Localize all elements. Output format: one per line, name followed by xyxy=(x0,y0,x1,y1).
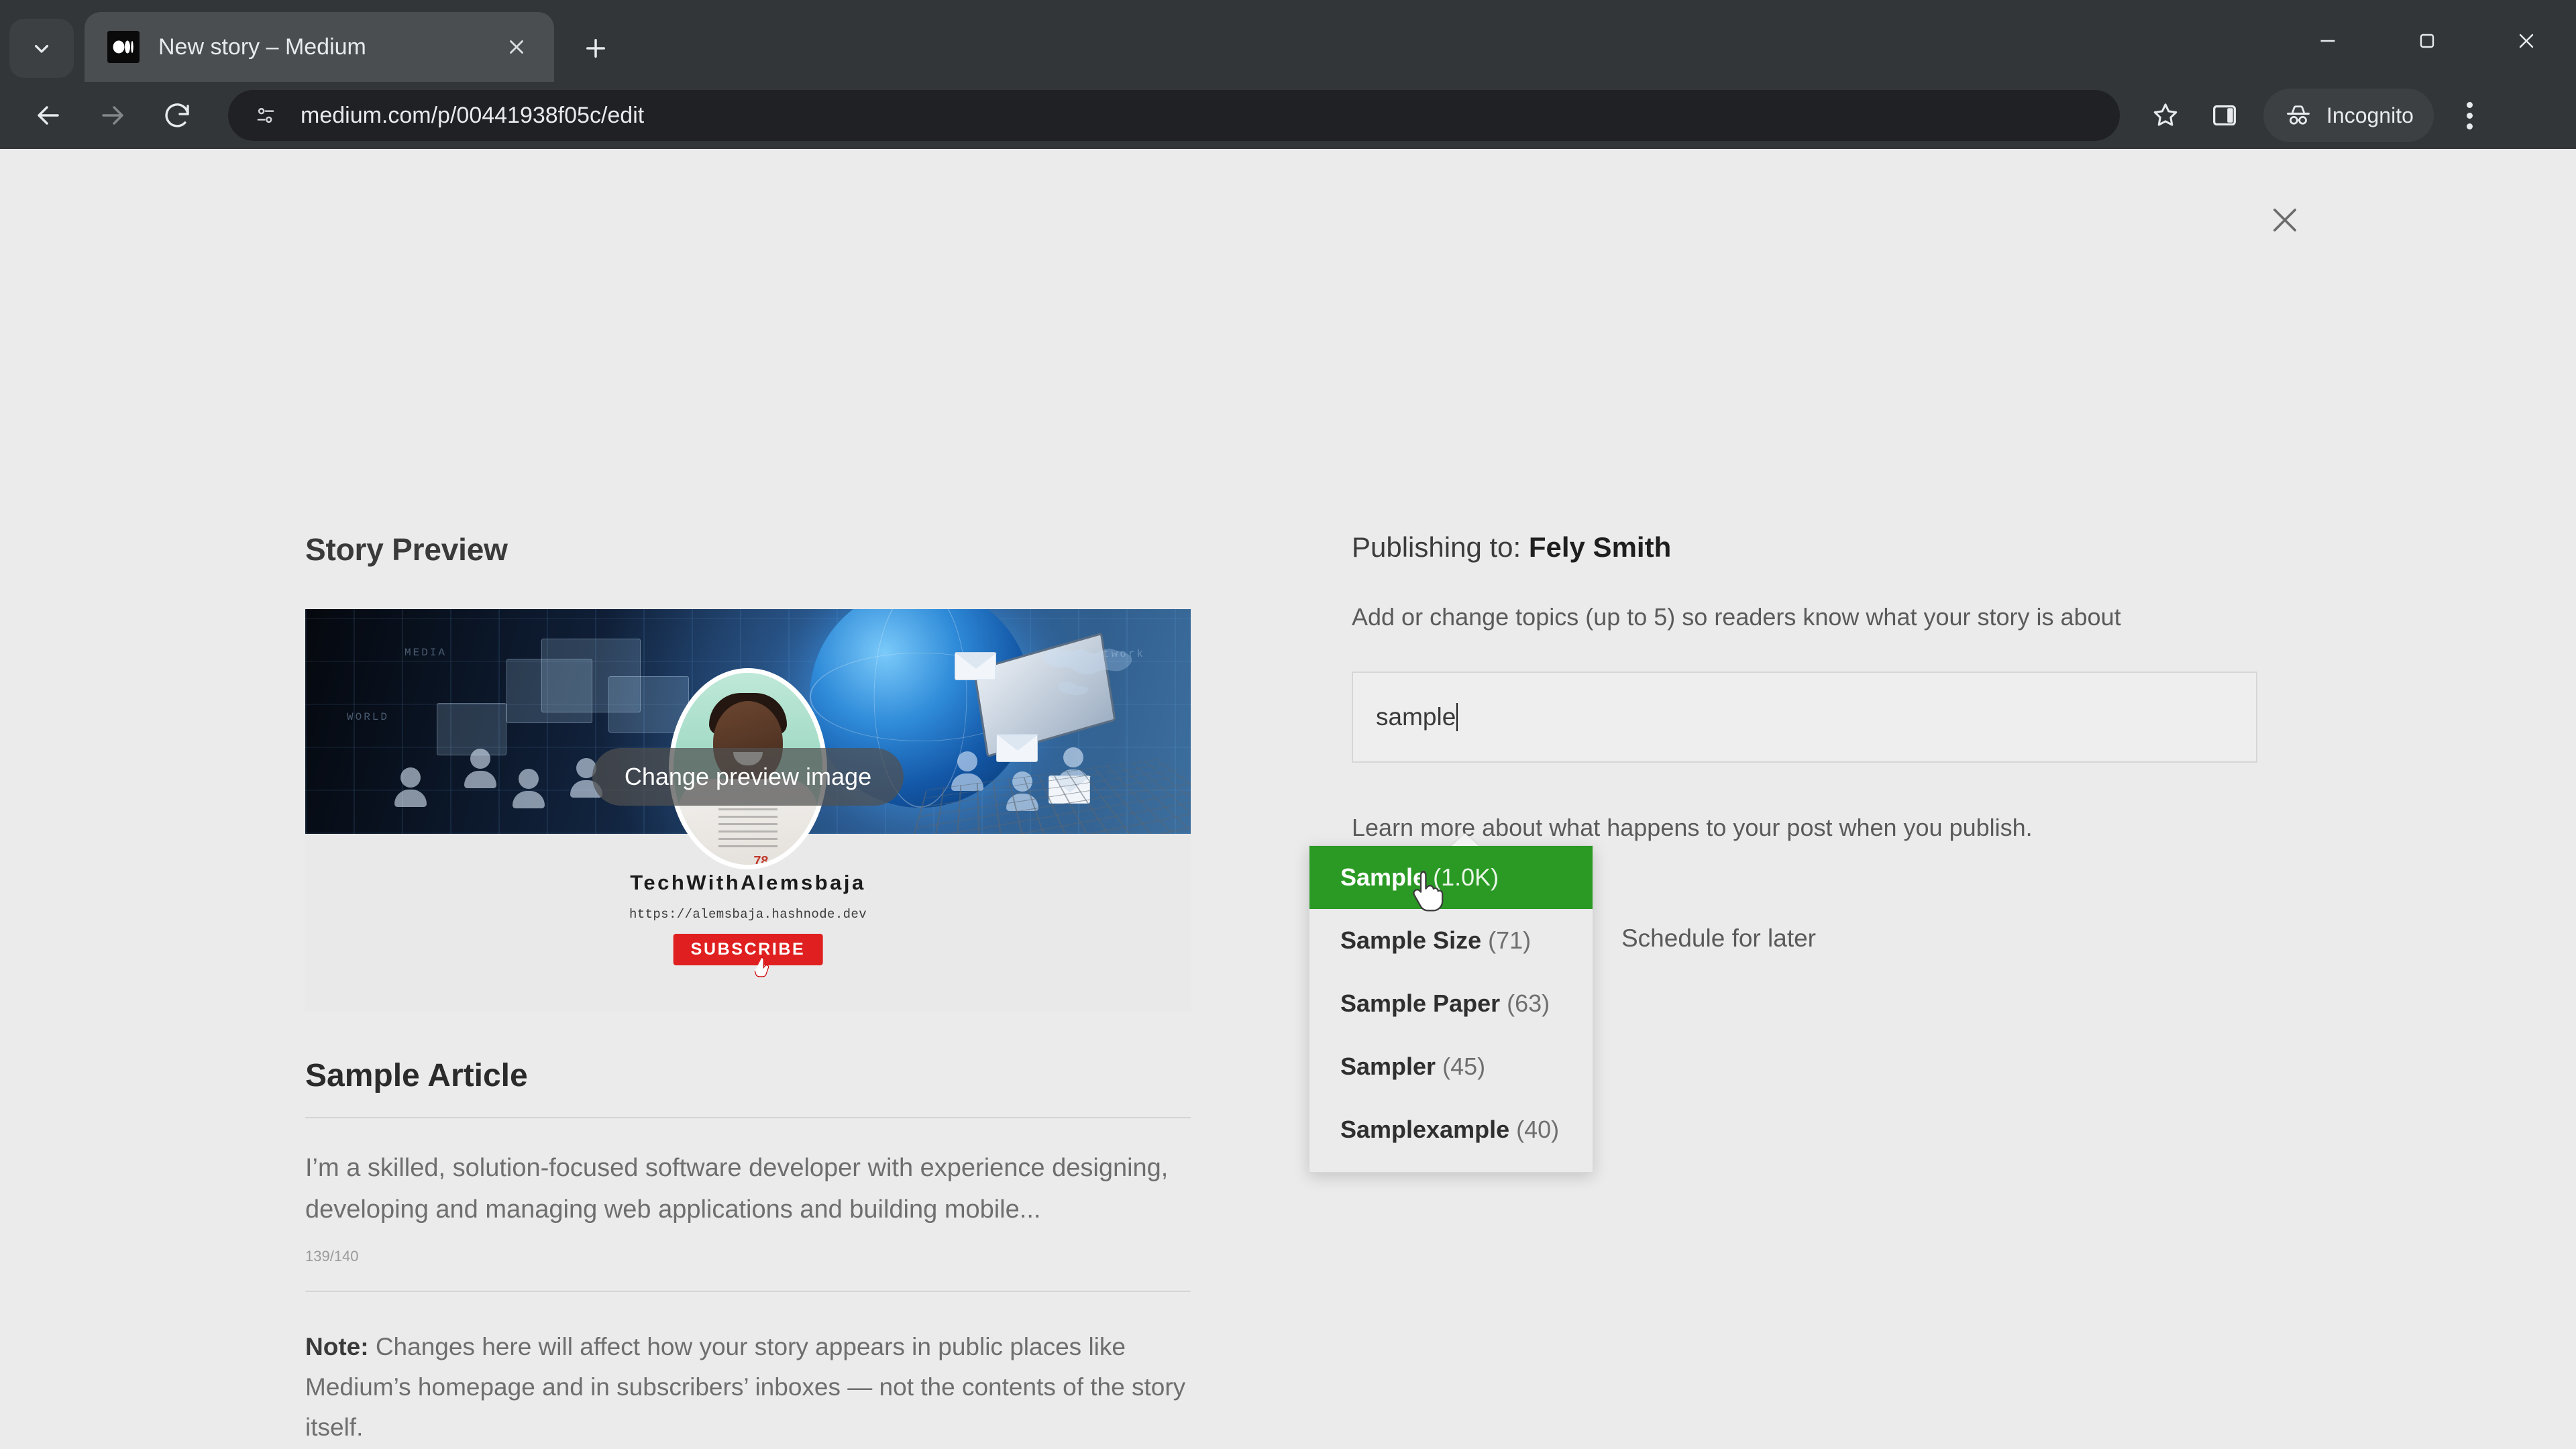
forward-button[interactable] xyxy=(80,83,145,148)
preview-brand-name: TechWithAlemsbaja xyxy=(630,871,866,894)
url-text: medium.com/p/00441938f05c/edit xyxy=(301,102,645,128)
plus-icon xyxy=(586,39,605,58)
close-window-button[interactable] xyxy=(2477,0,2576,82)
cursor-pointer-icon xyxy=(754,957,769,977)
avatar-shirt-number: 78 xyxy=(753,854,769,869)
preview-note: Note: Changes here will affect how your … xyxy=(305,1327,1191,1448)
topics-description: Add or change topics (up to 5) so reader… xyxy=(1352,603,2121,631)
side-panel-icon xyxy=(2213,105,2236,126)
suggestion-item[interactable]: Sample Size (71) xyxy=(1309,909,1593,972)
suggestion-label: Sample Paper xyxy=(1340,989,1501,1017)
suggestion-count: (63) xyxy=(1507,989,1550,1017)
envelope-icon xyxy=(955,652,997,680)
close-dialog-button[interactable] xyxy=(2257,192,2313,248)
minimize-icon xyxy=(2320,40,2335,42)
character-counter: 139/140 xyxy=(305,1248,359,1265)
page-title: Story Preview xyxy=(305,532,508,567)
topics-input[interactable]: sample xyxy=(1352,671,2257,763)
browser-window: New story – Medium medium.com/p/00441938… xyxy=(0,0,2576,1449)
publishing-to: Publishing to: Fely Smith xyxy=(1352,531,2277,564)
story-preview-column: Story Preview MEDIA WORLD BUSINESS netwo… xyxy=(305,531,1191,1448)
side-panel-button[interactable] xyxy=(2195,86,2254,145)
suggestion-count: (40) xyxy=(1516,1116,1560,1143)
banner-person xyxy=(464,749,496,788)
arrow-left-icon xyxy=(38,106,59,125)
preview-brand-url: https://alemsbaja.hashnode.dev xyxy=(629,907,867,922)
publish-settings-column: Publishing to: Fely Smith Add or change … xyxy=(1309,531,2277,1448)
banner-person xyxy=(394,767,427,807)
schedule-for-later-link[interactable]: Schedule for later xyxy=(1621,924,1816,953)
reload-icon xyxy=(165,103,189,127)
suggestion-item[interactable]: Sample Paper (63) xyxy=(1309,972,1593,1035)
suggestion-item[interactable]: Sampler (45) xyxy=(1309,1035,1593,1098)
page-viewport: Story Preview MEDIA WORLD BUSINESS netwo… xyxy=(0,149,2576,1449)
menu-dot xyxy=(2467,101,2473,108)
dropdown-caret-icon xyxy=(1452,833,1479,846)
suggestion-item[interactable]: Sample (1.0K) xyxy=(1309,846,1593,909)
close-icon xyxy=(2273,208,2297,232)
note-label: Note: xyxy=(305,1333,369,1361)
topics-input-value: sample xyxy=(1376,702,1456,731)
address-bar[interactable]: medium.com/p/00441938f05c/edit xyxy=(228,90,2120,141)
tab-search-button[interactable] xyxy=(9,19,74,78)
tune-site-settings-icon[interactable] xyxy=(248,98,283,133)
subscribe-button[interactable]: SUBSCRIBE xyxy=(673,934,823,965)
publish-dialog: Story Preview MEDIA WORLD BUSINESS netwo… xyxy=(305,531,2576,1448)
window-controls xyxy=(2278,0,2576,82)
back-button[interactable] xyxy=(16,83,80,148)
banner-person xyxy=(951,751,983,791)
world-map-icon xyxy=(1042,648,1132,696)
browser-menu-button[interactable] xyxy=(2443,86,2497,145)
browser-toolbar: medium.com/p/00441938f05c/edit Incognito xyxy=(0,82,2576,149)
new-tab-button[interactable] xyxy=(572,24,620,72)
suggestion-label: Sampler xyxy=(1340,1053,1436,1080)
chevron-down-icon xyxy=(35,45,49,53)
tab-close-icon[interactable] xyxy=(498,28,535,66)
bookmark-button[interactable] xyxy=(2136,86,2195,145)
banner-card xyxy=(437,703,506,755)
suggestion-count: (1.0K) xyxy=(1433,863,1499,891)
note-text: Changes here will affect how your story … xyxy=(305,1333,1186,1441)
browser-tab[interactable]: New story – Medium xyxy=(85,12,554,82)
suggestion-count: (71) xyxy=(1488,926,1532,954)
maximize-icon xyxy=(2420,34,2434,48)
suggestion-count: (45) xyxy=(1442,1053,1486,1080)
incognito-indicator[interactable]: Incognito xyxy=(2263,89,2434,142)
banner-person xyxy=(513,769,545,808)
story-subtitle[interactable]: I’m a skilled, solution-focused software… xyxy=(305,1148,1171,1230)
suggestion-item[interactable]: Samplexample (40) xyxy=(1309,1098,1593,1161)
suggestion-label: Sample Size xyxy=(1340,926,1482,954)
banner-ghost-text: WORLD xyxy=(347,711,390,723)
banner-person xyxy=(1057,747,1089,787)
medium-logo-icon xyxy=(107,31,140,63)
divider xyxy=(305,1291,1191,1293)
close-icon xyxy=(2519,34,2534,48)
tab-title: New story – Medium xyxy=(158,34,366,60)
suggestion-label: Sample xyxy=(1340,863,1427,891)
minimize-button[interactable] xyxy=(2278,0,2377,82)
incognito-label: Incognito xyxy=(2326,103,2414,127)
suggestion-label: Samplexample xyxy=(1340,1116,1510,1143)
tab-strip: New story – Medium xyxy=(0,0,2576,82)
envelope-icon xyxy=(996,734,1038,762)
menu-dot xyxy=(2467,123,2473,129)
menu-dot xyxy=(2467,112,2473,119)
learn-more-text: Learn more about what happens to your po… xyxy=(1352,813,2033,841)
divider xyxy=(305,1117,1191,1118)
publishing-to-label: Publishing to: xyxy=(1352,531,1521,563)
change-preview-image-button[interactable]: Change preview image xyxy=(592,748,904,806)
story-title[interactable]: Sample Article xyxy=(305,1057,1191,1094)
publication-name[interactable]: Fely Smith xyxy=(1529,531,1671,563)
arrow-right-icon xyxy=(102,106,123,125)
incognito-icon xyxy=(2287,105,2310,125)
star-icon xyxy=(2153,103,2178,126)
banner-ghost-text: MEDIA xyxy=(405,647,447,659)
reload-button[interactable] xyxy=(145,83,209,148)
maximize-button[interactable] xyxy=(2377,0,2477,82)
text-caret xyxy=(1456,702,1458,731)
topic-suggestions-dropdown: Sample (1.0K) Sample Size (71) Sample Pa… xyxy=(1309,833,1593,1173)
preview-image-card[interactable]: MEDIA WORLD BUSINESS network xyxy=(305,609,1191,1012)
